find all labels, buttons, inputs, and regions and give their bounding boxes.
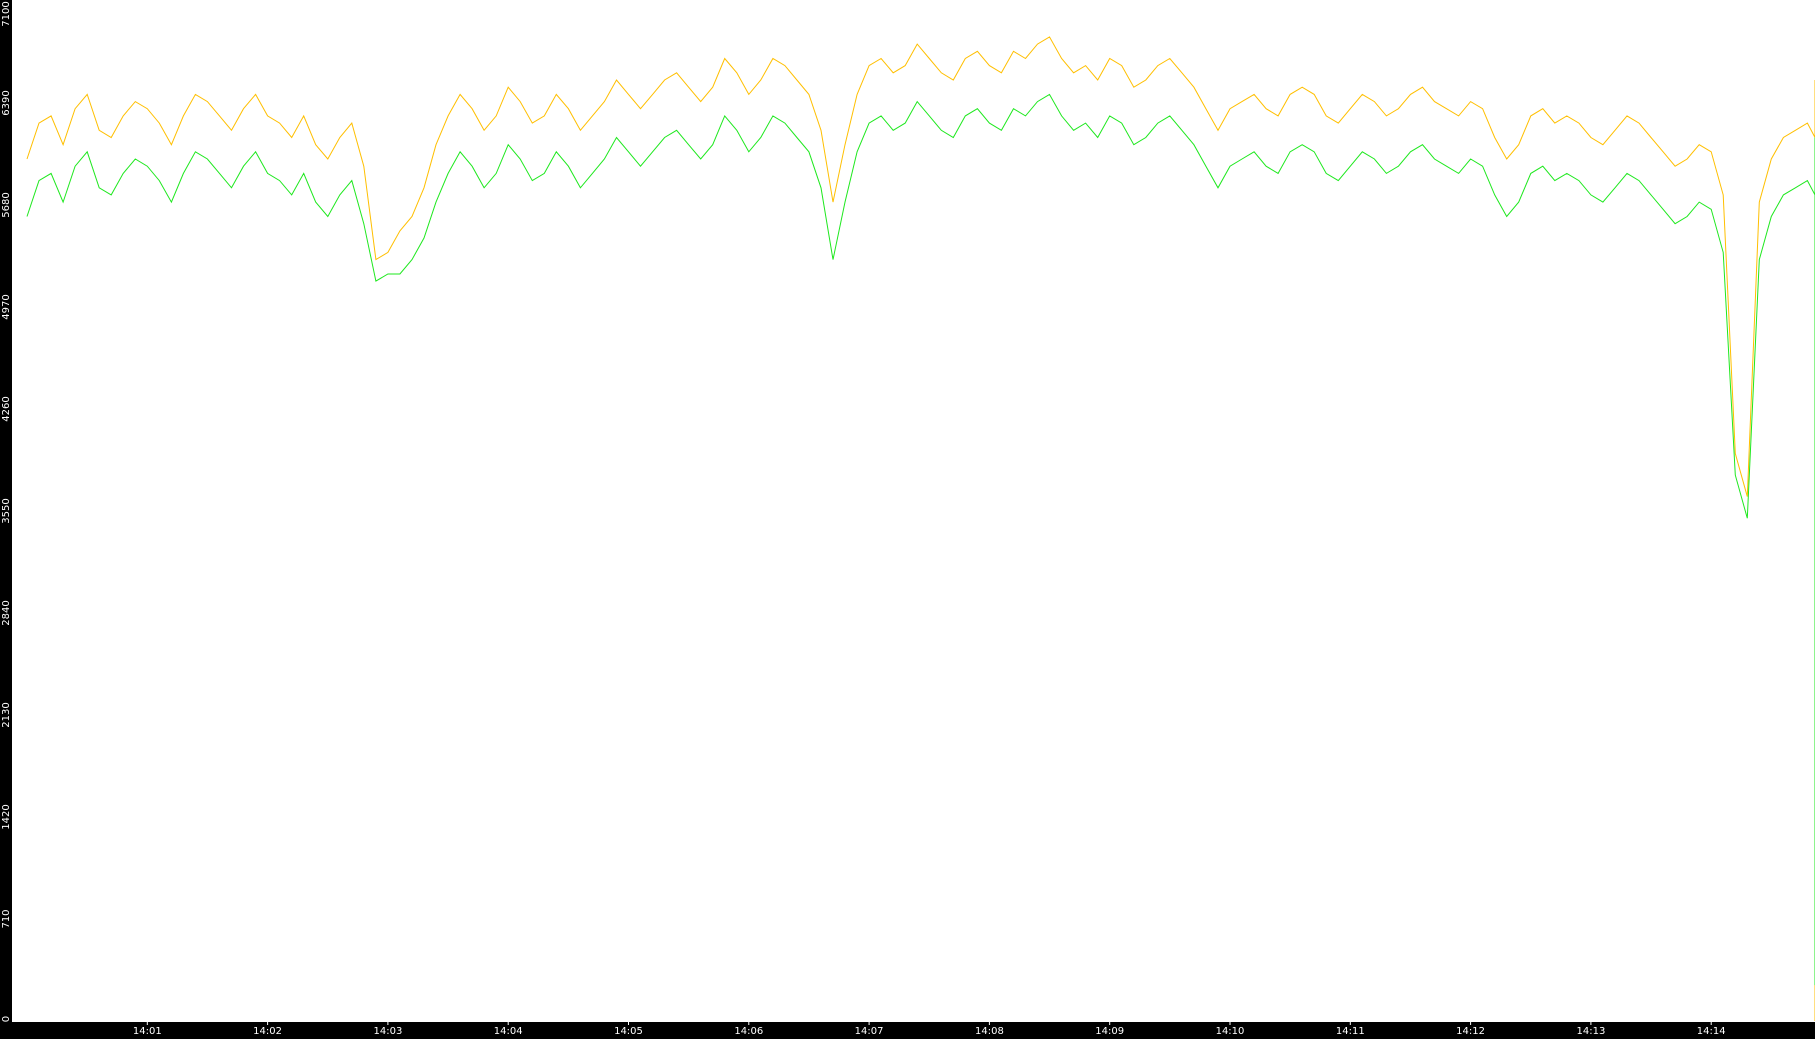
y-tick-label: 7100 [1, 1, 12, 26]
x-tick-label: 14:07 [855, 1026, 884, 1037]
x-tick-label: 14:04 [494, 1026, 523, 1037]
x-tick-label: 14:11 [1336, 1026, 1365, 1037]
x-tick-label: 14:03 [373, 1026, 402, 1037]
line-chart: 0 710 1420 2130 2840 3550 4260 4970 5680 6390 7100… [0, 0, 1815, 1039]
series-line-2 [26, 93, 1815, 986]
y-tick-label: 6390 [1, 90, 12, 115]
y-tick-label: 2130 [1, 702, 12, 727]
y-tick-label: 710 [1, 909, 12, 928]
y-tick-label: 1420 [1, 804, 12, 829]
x-tick-label: 14:10 [1216, 1026, 1245, 1037]
x-tick-label: 14:09 [1095, 1026, 1124, 1037]
y-tick-label: 0 [1, 1016, 12, 1022]
y-tick-label: 4260 [1, 396, 12, 421]
x-tick-label: 14:12 [1456, 1026, 1485, 1037]
x-tick-label: 14:14 [1697, 1026, 1726, 1037]
series-line-1 [26, 36, 1815, 1021]
y-tick-label: 5680 [1, 192, 12, 217]
chart-container: 0 710 1420 2130 2840 3550 4260 4970 5680 6390 7100… [0, 0, 1815, 1039]
series-layer [26, 36, 1815, 1021]
x-tick-label: 14:06 [734, 1026, 763, 1037]
x-tick-label: 14:08 [975, 1026, 1004, 1037]
x-tick-label: 14:13 [1576, 1026, 1605, 1037]
y-tick-label: 4970 [1, 294, 12, 319]
y-tick-label: 3550 [1, 498, 12, 523]
x-tick-label: 14:05 [614, 1026, 643, 1037]
x-tick-label: 14:02 [253, 1026, 282, 1037]
x-tick-label: 14:01 [133, 1026, 162, 1037]
y-tick-label: 2840 [1, 600, 12, 625]
